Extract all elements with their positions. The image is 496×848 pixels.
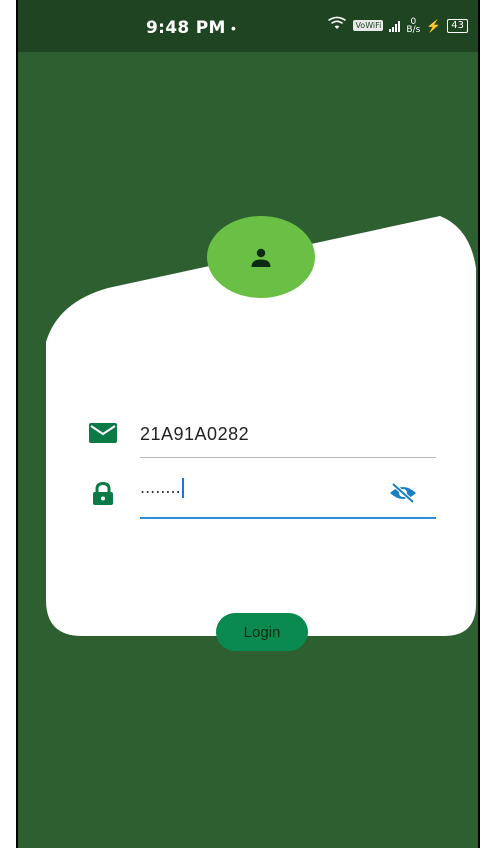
email-field[interactable]: 21A91A0282	[140, 424, 249, 445]
password-text: ........	[140, 478, 181, 497]
password-underline	[140, 517, 436, 519]
user-icon	[251, 248, 271, 267]
app-screen: 9:48 PM • VoWiFi 0 B/s ⚡ 43 21A91A0282 .…	[16, 0, 480, 848]
text-cursor	[181, 478, 184, 498]
avatar	[207, 216, 315, 298]
email-underline	[140, 457, 436, 458]
password-field[interactable]: ........	[140, 478, 184, 498]
email-icon	[89, 423, 117, 448]
login-button[interactable]: Login	[216, 613, 308, 651]
visibility-off-icon[interactable]	[388, 482, 418, 508]
lock-icon	[92, 481, 114, 511]
